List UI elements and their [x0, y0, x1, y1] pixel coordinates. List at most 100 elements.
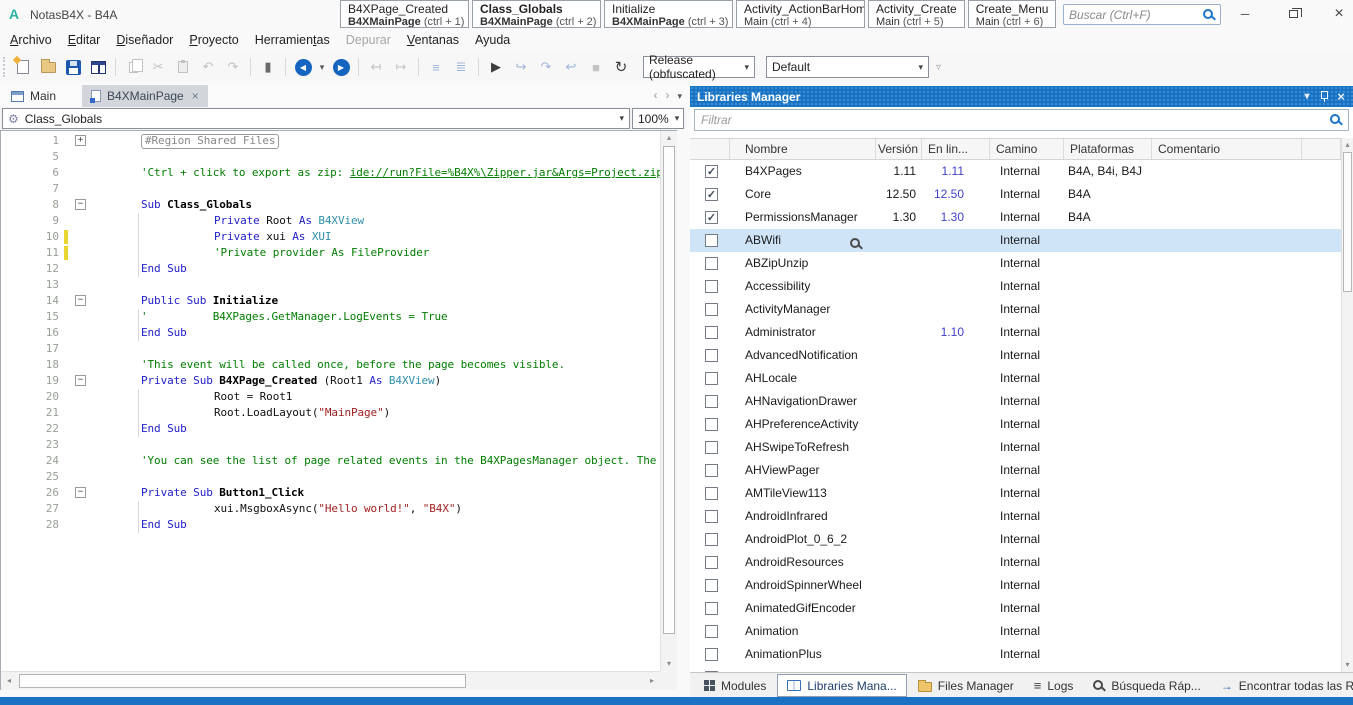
library-row-accessibility[interactable]: AccessibilityInternal: [690, 275, 1341, 298]
editor-vertical-scrollbar[interactable]: ▴ ▾: [660, 131, 677, 671]
fold-collapse-icon[interactable]: −: [75, 199, 86, 210]
library-row-administrator[interactable]: Administrator1.10Internal: [690, 321, 1341, 344]
scroll-right-icon[interactable]: ▸: [644, 672, 660, 690]
fold-expand-icon[interactable]: +: [75, 135, 86, 146]
code-line-27[interactable]: 27xui.MsgboxAsync("Hello world!", "B4X"): [1, 501, 660, 517]
library-checkbox[interactable]: [705, 464, 718, 477]
uncomment-button[interactable]: ≣: [450, 56, 472, 78]
step-over-button[interactable]: ↷: [535, 56, 557, 78]
toolbar-overflow-icon[interactable]: ▿: [936, 62, 941, 73]
indent-button[interactable]: ↦: [390, 56, 412, 78]
build-configuration-select[interactable]: Release (obfuscated) ▾: [643, 56, 755, 78]
members-dropdown[interactable]: ⚙ Class_Globals ▾: [2, 108, 630, 129]
library-row-androidspinnerwheel[interactable]: AndroidSpinnerWheelInternal: [690, 574, 1341, 597]
column-header-camino[interactable]: Camino: [990, 139, 1064, 159]
library-row-androidinfrared[interactable]: AndroidInfraredInternal: [690, 505, 1341, 528]
code-line-23[interactable]: 23: [1, 437, 660, 453]
code-line-20[interactable]: 20Root = Root1: [1, 389, 660, 405]
library-checkbox[interactable]: [705, 533, 718, 546]
bookmark-button[interactable]: ▮: [257, 56, 279, 78]
code-line-24[interactable]: 24'You can see the list of page related …: [1, 453, 660, 469]
library-row-amtileview113[interactable]: AMTileView113Internal: [690, 482, 1341, 505]
line-number[interactable]: 25: [1, 470, 59, 483]
library-row-ahlocale[interactable]: AHLocaleInternal: [690, 367, 1341, 390]
outdent-button[interactable]: ↤: [365, 56, 387, 78]
line-number[interactable]: 7: [1, 182, 59, 195]
scroll-up-icon[interactable]: ▴: [661, 131, 677, 145]
library-row-abwifi[interactable]: ABWifiInternal: [690, 229, 1341, 252]
fold-collapse-icon[interactable]: −: [75, 487, 86, 498]
library-row-ahswipetorefresh[interactable]: AHSwipeToRefreshInternal: [690, 436, 1341, 459]
line-number[interactable]: 28: [1, 518, 59, 531]
library-checkbox[interactable]: [705, 510, 718, 523]
menu-ventanas[interactable]: Ventanas: [407, 33, 459, 47]
code-line-22[interactable]: 22End Sub: [1, 421, 660, 437]
back-history-dropdown[interactable]: ▾: [317, 56, 327, 78]
filter-search-icon[interactable]: [1330, 114, 1342, 126]
line-number[interactable]: 20: [1, 390, 59, 403]
code-line-1[interactable]: 1+#Region Shared Files: [1, 133, 660, 149]
line-number[interactable]: 19: [1, 374, 59, 387]
line-number[interactable]: 17: [1, 342, 59, 355]
conditional-symbols-select[interactable]: Default ▾: [766, 56, 929, 78]
code-line-26[interactable]: 26−Private Sub Button1_Click: [1, 485, 660, 501]
library-checkbox[interactable]: [705, 441, 718, 454]
code-line-8[interactable]: 8−Sub Class_Globals: [1, 197, 660, 213]
library-checkbox[interactable]: [705, 280, 718, 293]
library-checkbox[interactable]: [705, 487, 718, 500]
library-checkbox[interactable]: [705, 648, 718, 661]
tab-scroll-left-icon[interactable]: ‹: [653, 88, 657, 102]
quick-tab-b4xpage-created[interactable]: B4XPage_Created B4XMainPage (ctrl + 1): [340, 0, 469, 28]
panel-menu-dropdown-icon[interactable]: ▾: [1299, 86, 1315, 107]
column-header-empty[interactable]: [690, 139, 730, 159]
library-row-permissionsmanager[interactable]: ✓PermissionsManager1.301.30InternalB4A: [690, 206, 1341, 229]
code-line-16[interactable]: 16End Sub: [1, 325, 660, 341]
code-line-25[interactable]: 25: [1, 469, 660, 485]
column-header-empty[interactable]: [1302, 139, 1341, 159]
quick-tab-create-menu[interactable]: Create_Menu Main (ctrl + 6): [968, 0, 1057, 28]
line-number[interactable]: 18: [1, 358, 59, 371]
tab-b4xmainpage[interactable]: B4XMainPage ×: [82, 85, 208, 107]
editor-zoom-select[interactable]: 100% ▾: [632, 108, 684, 129]
library-checkbox[interactable]: [705, 418, 718, 431]
minimize-button[interactable]: ─: [1228, 3, 1262, 25]
line-number[interactable]: 5: [1, 150, 59, 163]
library-checkbox[interactable]: [705, 257, 718, 270]
open-project-button[interactable]: [37, 56, 59, 78]
bottom-tab-busqueda-rap[interactable]: Búsqueda Ráp...: [1084, 674, 1209, 697]
library-row-abzipunzip[interactable]: ABZipUnzipInternal: [690, 252, 1341, 275]
new-file-button[interactable]: [12, 56, 34, 78]
bottom-tab-libraries-mana[interactable]: Libraries Mana...: [777, 674, 906, 697]
line-number[interactable]: 1: [1, 134, 59, 147]
library-checkbox[interactable]: [705, 579, 718, 592]
tab-list-dropdown-icon[interactable]: ▾: [677, 88, 682, 102]
column-header-plataformas[interactable]: Plataformas: [1064, 139, 1152, 159]
pin-icon[interactable]: [1316, 86, 1332, 107]
filter-input[interactable]: [701, 113, 1330, 127]
library-row-ahpreferenceactivity[interactable]: AHPreferenceActivityInternal: [690, 413, 1341, 436]
library-row-animatedgifencoder[interactable]: AnimatedGifEncoderInternal: [690, 597, 1341, 620]
toolbar-grip[interactable]: [3, 57, 7, 77]
library-row-animationplus[interactable]: AnimationPlusInternal: [690, 643, 1341, 666]
library-checkbox[interactable]: [705, 234, 718, 247]
code-line-19[interactable]: 19−Private Sub B4XPage_Created (Root1 As…: [1, 373, 660, 389]
menu-proyecto[interactable]: Proyecto: [189, 33, 238, 47]
menu-herramientas[interactable]: Herramientas: [255, 33, 330, 47]
library-checkbox-checked[interactable]: ✓: [705, 165, 718, 178]
comment-button[interactable]: ≡: [425, 56, 447, 78]
library-checkbox[interactable]: [705, 349, 718, 362]
scrollbar-thumb[interactable]: [1343, 152, 1352, 292]
column-header-nombre[interactable]: Nombre: [730, 139, 876, 159]
menu-depurar[interactable]: Depurar: [346, 33, 391, 47]
bottom-tab-files-manager[interactable]: Files Manager: [909, 674, 1023, 697]
restore-button[interactable]: [1276, 3, 1310, 25]
scrollbar-thumb[interactable]: [19, 674, 466, 688]
designer-button[interactable]: [87, 56, 109, 78]
step-into-button[interactable]: ↪: [510, 56, 532, 78]
menu-disenador[interactable]: Diseñador: [116, 33, 173, 47]
library-row-core[interactable]: ✓Core12.5012.50InternalB4A: [690, 183, 1341, 206]
code-line-9[interactable]: 9Private Root As B4XView: [1, 213, 660, 229]
save-button[interactable]: [62, 56, 84, 78]
search-input[interactable]: [1069, 8, 1203, 22]
fold-collapse-icon[interactable]: −: [75, 375, 86, 386]
